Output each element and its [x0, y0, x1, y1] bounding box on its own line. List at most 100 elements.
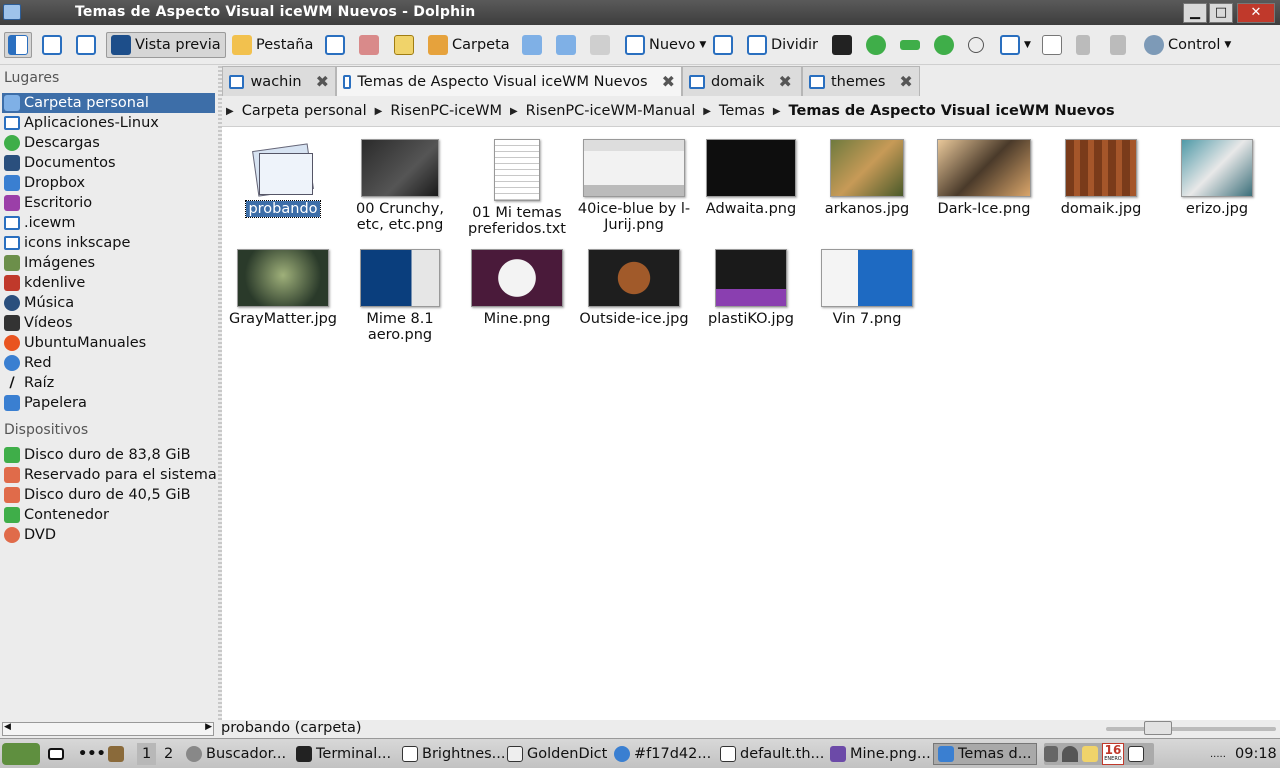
file-item-crunchy[interactable]: 00 Crunchy, etc, etc.png — [341, 139, 459, 233]
tab-themes[interactable]: themes ✖ — [802, 66, 920, 96]
file-item-mine[interactable]: Mine.png — [458, 249, 576, 327]
scroll-right-icon[interactable]: ▶ — [205, 722, 212, 732]
breadcrumb-root-arrow-icon[interactable]: ▶ — [226, 106, 234, 117]
tab-domaik[interactable]: domaik ✖ — [682, 66, 802, 96]
notes-icon[interactable] — [1082, 746, 1098, 762]
device-contenedor[interactable]: Contenedor — [2, 505, 215, 525]
copy-button[interactable] — [325, 32, 345, 58]
place-aplicaciones-linux[interactable]: Aplicaciones-Linux — [2, 113, 215, 133]
dolphin-app-icon[interactable] — [3, 4, 21, 20]
cut-button[interactable] — [359, 32, 379, 58]
compact-view-button[interactable] — [42, 32, 62, 58]
minimize-button[interactable]: ▁ — [1183, 3, 1207, 23]
file-view[interactable]: probando 00 Crunchy, etc, etc.png 01 Mi … — [222, 126, 1280, 720]
filter-button[interactable] — [1076, 32, 1090, 58]
close-tab-icon[interactable]: ✖ — [899, 72, 912, 91]
minus-button[interactable] — [900, 32, 920, 58]
desktop-1-button[interactable]: 1 — [137, 743, 157, 765]
plus-button[interactable] — [934, 32, 954, 58]
circle-button[interactable] — [968, 32, 984, 58]
place-carpeta-personal[interactable]: Carpeta personal — [2, 93, 215, 113]
find-button[interactable] — [713, 32, 733, 58]
place-icewm[interactable]: .icewm — [2, 213, 215, 233]
file-item-40ice-blue[interactable]: 40ice-blue by l-Jurij.png — [575, 139, 693, 233]
place-red[interactable]: Red — [2, 353, 215, 373]
place-documentos[interactable]: Documentos — [2, 153, 215, 173]
place-kdenlive[interactable]: kdenlive — [2, 273, 215, 293]
task-browser[interactable]: #f17d42... — [614, 743, 711, 765]
file-item-mime-aero[interactable]: Mime 8.1 aero.png — [341, 249, 459, 343]
scroll-left-icon[interactable]: ◀ — [4, 722, 11, 732]
place-escritorio[interactable]: Escritorio — [2, 193, 215, 213]
task-dolphin-active[interactable]: Temas d... — [933, 743, 1037, 765]
device-disco-40[interactable]: Disco duro de 40,5 GiB — [2, 485, 215, 505]
device-disco-83[interactable]: Disco duro de 83,8 GiB — [2, 445, 215, 465]
crumb-current[interactable]: Temas de Aspecto Visual iceWM Nuevos — [789, 103, 1115, 119]
back-button[interactable] — [522, 32, 542, 58]
close-button[interactable]: ✕ — [1237, 3, 1275, 23]
show-desktop-button[interactable] — [48, 743, 64, 765]
start-menu-button[interactable] — [2, 743, 40, 765]
terminal-button[interactable] — [832, 32, 852, 58]
file-item-vin7[interactable]: Vin 7.png — [808, 249, 926, 327]
task-buscador[interactable]: Buscador... — [186, 743, 286, 765]
zoom-slider[interactable] — [1106, 721, 1276, 735]
task-mine-png[interactable]: Mine.png... — [830, 743, 931, 765]
zoom-slider-handle[interactable] — [1144, 721, 1172, 735]
window-list-button[interactable]: ••• — [78, 743, 106, 765]
file-item-adwaita[interactable]: Adwaita.png — [692, 139, 810, 217]
crumb-risenpc-icewm-manual[interactable]: RisenPC-iceWM-Manual — [526, 103, 696, 119]
tab-wachin[interactable]: wachin ✖ — [222, 66, 336, 96]
place-imagenes[interactable]: Imágenes — [2, 253, 215, 273]
maximize-button[interactable]: □ — [1209, 3, 1233, 23]
breadcrumb-separator-icon[interactable]: ▶ — [375, 106, 383, 117]
volume-icon[interactable] — [1044, 746, 1058, 762]
new-folder-button[interactable]: Carpeta — [428, 32, 510, 58]
task-default-theme[interactable]: default.th... — [720, 743, 824, 765]
new-menu-button[interactable]: Nuevo ▼ — [625, 32, 706, 58]
file-item-probando[interactable]: probando — [224, 139, 342, 218]
up-button[interactable] — [556, 32, 576, 58]
close-tab-icon[interactable]: ✖ — [316, 72, 329, 91]
clock[interactable]: 09:18 — [1235, 743, 1277, 765]
reload-button[interactable] — [866, 32, 886, 58]
place-ubuntumanuales[interactable]: UbuntuManuales — [2, 333, 215, 353]
file-item-mi-temas[interactable]: 01 Mi temas preferidos.txt — [458, 139, 576, 237]
crumb-carpeta-personal[interactable]: Carpeta personal — [242, 103, 367, 119]
task-terminal[interactable]: Terminal... — [296, 743, 391, 765]
place-videos[interactable]: Vídeos — [2, 313, 215, 333]
split-view-button[interactable]: Dividir — [747, 32, 818, 58]
breadcrumb-separator-icon[interactable]: ▶ — [703, 106, 711, 117]
file-item-arkanos[interactable]: arkanos.jpg — [808, 139, 926, 217]
details-view-button[interactable] — [76, 32, 96, 58]
control-menu-button[interactable]: Control ▼ — [1144, 32, 1231, 58]
forward-button[interactable] — [590, 32, 610, 58]
close-tab-icon[interactable]: ✖ — [662, 72, 675, 91]
sidebar-horizontal-scrollbar[interactable]: ◀ ▶ — [2, 722, 214, 736]
place-papelera[interactable]: Papelera — [2, 393, 215, 413]
sort-button[interactable] — [1110, 32, 1126, 58]
breadcrumb-separator-icon[interactable]: ▶ — [773, 106, 781, 117]
wifi-icon[interactable] — [1062, 746, 1078, 762]
file-item-plastiko[interactable]: plastiKO.jpg — [692, 249, 810, 327]
file-item-erizo[interactable]: erizo.jpg — [1158, 139, 1276, 217]
device-reservado[interactable]: Reservado para el sistema — [2, 465, 217, 485]
place-icons-inkscape[interactable]: icons inkscape — [2, 233, 215, 253]
place-dropbox[interactable]: Dropbox — [2, 173, 215, 193]
file-item-outside-ice[interactable]: Outside-ice.jpg — [575, 249, 693, 327]
paste-button[interactable] — [394, 32, 414, 58]
place-descargas[interactable]: Descargas — [2, 133, 215, 153]
breadcrumb-separator-icon[interactable]: ▶ — [510, 106, 518, 117]
place-musica[interactable]: Música — [2, 293, 215, 313]
place-raiz[interactable]: / Raíz — [2, 373, 215, 393]
preview-toggle-button[interactable]: Vista previa — [106, 32, 226, 58]
desktop-2-button[interactable]: 2 — [160, 743, 177, 765]
book-open-icon[interactable] — [1128, 746, 1144, 762]
device-dvd[interactable]: DVD — [2, 525, 215, 545]
view-mode-menu[interactable]: ▼ — [1000, 32, 1031, 58]
new-tab-button[interactable]: Pestaña — [232, 32, 313, 58]
file-item-graymatter[interactable]: GrayMatter.jpg — [224, 249, 342, 327]
file-item-domaik[interactable]: domaik.jpg — [1042, 139, 1160, 217]
icons-view-button[interactable] — [4, 32, 32, 58]
crumb-risenpc-icewm[interactable]: RisenPC-iceWM — [390, 103, 502, 119]
